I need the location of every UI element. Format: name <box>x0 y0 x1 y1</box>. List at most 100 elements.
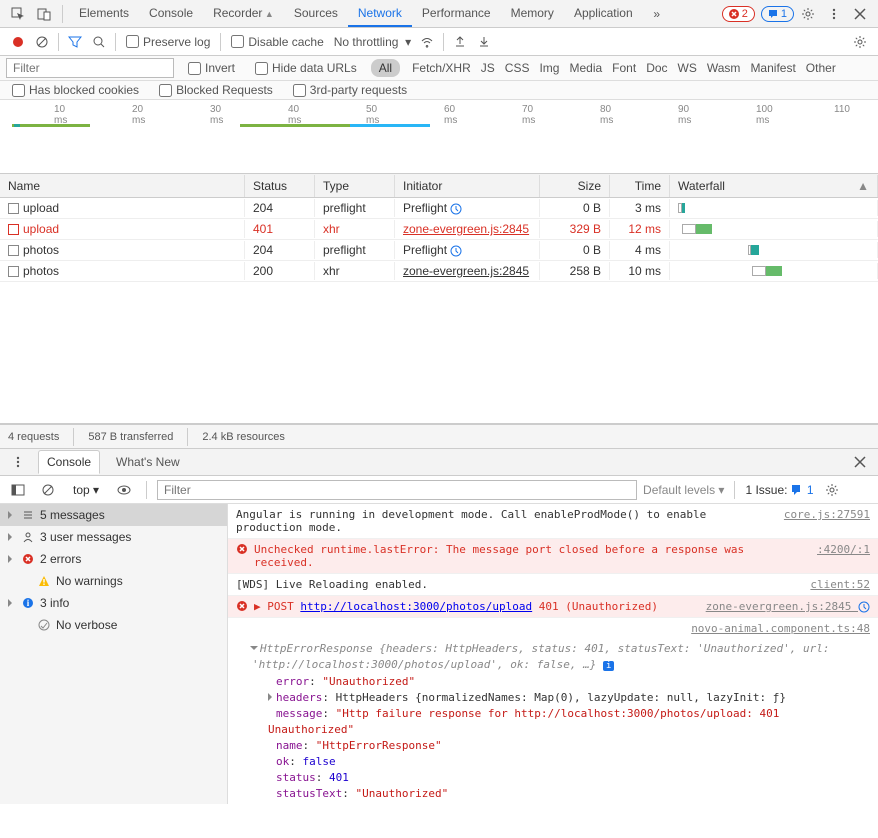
network-overview[interactable]: 10 ms20 ms30 ms40 ms50 ms60 ms70 ms80 ms… <box>0 100 878 174</box>
col-waterfall[interactable]: Waterfall▲ <box>670 175 878 197</box>
overview-tick: 70 ms <box>522 104 546 126</box>
status-transferred: 587 B transferred <box>88 431 173 443</box>
filter-type-ws[interactable]: WS <box>674 59 701 77</box>
overview-tick: 30 ms <box>210 104 234 126</box>
sidebar-item-user[interactable]: 3 user messages <box>0 526 227 548</box>
sidebar-item-info[interactable]: i3 info <box>0 592 227 614</box>
sidebar-item-verbose[interactable]: No verbose <box>0 614 227 636</box>
sidebar-toggle-icon[interactable] <box>6 479 30 501</box>
tab-console[interactable]: Console <box>139 1 203 27</box>
console-toolbar: top ▾ Default levels ▾ 1 Issue: 1 <box>0 476 878 504</box>
console-line[interactable]: ▶ POST http://localhost:3000/photos/uplo… <box>228 596 878 618</box>
kebab-icon[interactable] <box>822 3 846 25</box>
third-party-checkbox[interactable]: 3rd-party requests <box>287 83 413 97</box>
close-icon[interactable] <box>848 451 872 473</box>
console-filter-input[interactable] <box>157 480 637 500</box>
tab-performance[interactable]: Performance <box>412 1 501 27</box>
filter-type-css[interactable]: CSS <box>501 59 534 77</box>
eye-icon[interactable] <box>112 479 136 501</box>
overview-tick: 110 <box>834 104 858 115</box>
network-row[interactable]: photos200xhrzone-evergreen.js:2845258 B1… <box>0 261 878 282</box>
overview-tick: 80 ms <box>600 104 624 126</box>
filter-type-js[interactable]: JS <box>477 59 499 77</box>
blocked-requests-checkbox[interactable]: Blocked Requests <box>153 83 279 97</box>
col-initiator[interactable]: Initiator <box>395 175 540 197</box>
tab-application[interactable]: Application <box>564 1 643 27</box>
err-icon <box>22 553 34 565</box>
tab-elements[interactable]: Elements <box>69 1 139 27</box>
inspect-icon[interactable] <box>6 3 30 25</box>
filter-type-img[interactable]: Img <box>535 59 563 77</box>
filter-all-pill[interactable]: All <box>371 59 400 77</box>
network-row[interactable]: upload401xhrzone-evergreen.js:2845329 B1… <box>0 219 878 240</box>
sidebar-item-warn[interactable]: No warnings <box>0 570 227 592</box>
gear-icon[interactable] <box>796 3 820 25</box>
overview-tick: 100 ms <box>756 104 780 126</box>
context-select[interactable]: top ▾ <box>66 480 106 500</box>
sidebar-item-err[interactable]: 2 errors <box>0 548 227 570</box>
filter-type-wasm[interactable]: Wasm <box>703 59 745 77</box>
search-icon[interactable] <box>87 31 111 53</box>
clear-icon[interactable] <box>30 31 54 53</box>
console-line[interactable]: [WDS] Live Reloading enabled.client:52 <box>228 574 878 596</box>
filter-type-fetchxhr[interactable]: Fetch/XHR <box>408 59 475 77</box>
filter-type-media[interactable]: Media <box>565 59 606 77</box>
network-row[interactable]: photos204preflightPreflight 0 B4 ms <box>0 240 878 261</box>
drawer-tab-whatsnew[interactable]: What's New <box>108 451 188 473</box>
network-toolbar: Preserve log Disable cache No throttling… <box>0 28 878 56</box>
clear-console-icon[interactable] <box>36 479 60 501</box>
filter-input[interactable] <box>6 58 174 78</box>
preserve-log-checkbox[interactable]: Preserve log <box>120 35 216 49</box>
upload-icon[interactable] <box>448 31 472 53</box>
console-object[interactable]: HttpErrorResponse {headers: HttpHeaders,… <box>228 639 878 804</box>
throttling-select[interactable]: No throttling ▾ <box>330 35 415 49</box>
status-requests: 4 requests <box>8 431 59 443</box>
tab-sources[interactable]: Sources <box>284 1 348 27</box>
filter-type-doc[interactable]: Doc <box>642 59 671 77</box>
blocked-cookies-checkbox[interactable]: Has blocked cookies <box>6 83 145 97</box>
gear-icon[interactable] <box>820 479 844 501</box>
sidebar-item-list[interactable]: 5 messages <box>0 504 227 526</box>
levels-select[interactable]: Default levels ▾ <box>643 483 724 497</box>
overview-tick: 20 ms <box>132 104 156 126</box>
wifi-icon[interactable] <box>415 31 439 53</box>
col-type[interactable]: Type <box>315 175 395 197</box>
filter-type-manifest[interactable]: Manifest <box>746 59 799 77</box>
devtools-tabbar: ElementsConsoleRecorder ▲SourcesNetworkP… <box>0 0 878 28</box>
info-icon: i <box>22 597 34 609</box>
drawer-tab-console[interactable]: Console <box>38 450 100 474</box>
col-status[interactable]: Status <box>245 175 315 197</box>
network-row[interactable]: upload204preflightPreflight 0 B3 ms <box>0 198 878 219</box>
network-table: Name Status Type Initiator Size Time Wat… <box>0 174 878 424</box>
console-line[interactable]: Angular is running in development mode. … <box>228 504 878 539</box>
overview-tick: 10 ms <box>54 104 78 126</box>
invert-checkbox[interactable]: Invert <box>182 61 241 75</box>
close-icon[interactable] <box>848 3 872 25</box>
col-name[interactable]: Name <box>0 175 245 197</box>
filter-type-other[interactable]: Other <box>802 59 840 77</box>
filter-icon[interactable] <box>63 31 87 53</box>
error-badge[interactable]: 2 <box>722 6 755 22</box>
verbose-icon <box>38 619 50 631</box>
col-size[interactable]: Size <box>540 175 610 197</box>
console-main[interactable]: Angular is running in development mode. … <box>228 504 878 804</box>
message-badge[interactable]: 1 <box>761 6 794 22</box>
console-body: 5 messages3 user messages2 errorsNo warn… <box>0 504 878 804</box>
tab-recorder[interactable]: Recorder ▲ <box>203 1 284 27</box>
record-icon[interactable] <box>6 31 30 53</box>
issues-button[interactable]: 1 Issue: 1 <box>745 483 813 497</box>
col-time[interactable]: Time <box>610 175 670 197</box>
more-tabs-icon[interactable]: » <box>645 3 669 25</box>
download-icon[interactable] <box>472 31 496 53</box>
kebab-icon[interactable] <box>6 451 30 473</box>
divider <box>62 5 63 23</box>
console-line[interactable]: novo-animal.component.ts:48 <box>228 618 878 639</box>
tab-memory[interactable]: Memory <box>501 1 564 27</box>
tab-network[interactable]: Network <box>348 1 412 27</box>
console-line[interactable]: Unchecked runtime.lastError: The message… <box>228 539 878 574</box>
filter-type-font[interactable]: Font <box>608 59 640 77</box>
hide-data-urls-checkbox[interactable]: Hide data URLs <box>249 61 363 75</box>
device-icon[interactable] <box>32 3 56 25</box>
disable-cache-checkbox[interactable]: Disable cache <box>225 35 329 49</box>
gear-icon[interactable] <box>848 31 872 53</box>
